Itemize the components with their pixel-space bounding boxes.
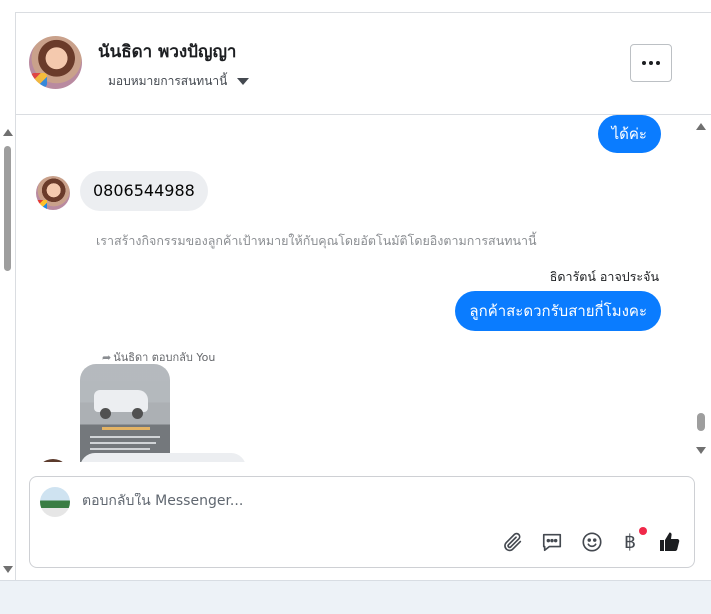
more-options-button[interactable] [630,44,672,82]
scroll-down-arrow-icon[interactable] [696,447,706,454]
image-text-line [90,436,160,438]
thumbs-up-icon[interactable] [657,529,683,555]
outgoing-message[interactable]: ได้ค่ะ [597,115,661,153]
more-dot [656,61,660,65]
contact-avatar-small [36,459,70,462]
reply-input[interactable] [82,493,602,509]
scroll-up-arrow-icon[interactable] [3,129,13,136]
system-note: เราสร้างกิจกรรมของลูกค้าเป้าหมายให้กับคุ… [96,233,537,248]
saved-reply-icon[interactable] [539,529,565,555]
bottom-bar [0,580,711,614]
messages-scrollbar-thumb[interactable] [697,413,705,431]
caret-down-icon [237,78,250,85]
contact-avatar-small[interactable] [36,176,70,210]
image-text-line [90,442,156,444]
left-scrollbar-thumb[interactable] [4,146,11,271]
baht-symbol: ฿ [623,531,637,553]
message-thread[interactable]: ได้ค่ะ 0806544988 เราสร้างกิจกรรมของลูกค… [16,115,693,462]
wheel-shape [100,408,111,419]
more-dot [642,61,646,65]
contact-avatar[interactable] [29,36,82,89]
message-composer[interactable]: ฿ [29,476,695,568]
incoming-message-partial [80,453,246,462]
emoji-icon[interactable] [579,529,605,555]
paperclip-icon[interactable] [500,529,526,555]
contact-name[interactable]: นันธิดา พวงปัญญา [98,38,236,65]
sender-name: ธิดารัตน์ อาจประจัน [549,269,659,284]
replied-image-attachment[interactable] [80,364,170,462]
incoming-message[interactable]: 0806544988 [80,171,208,211]
reply-arrow-icon: ➦ [102,350,112,364]
wheel-shape [132,408,143,419]
top-border [16,12,711,13]
image-text-line [90,448,150,450]
page-avatar [40,487,70,517]
scroll-up-arrow-icon[interactable] [696,123,706,130]
assign-label: มอบหมายการสนทนานี้ [108,74,228,88]
more-dot [649,61,653,65]
scroll-down-arrow-icon[interactable] [3,566,13,573]
outgoing-message[interactable]: ลูกค้าสะดวกรับสายกี่โมงคะ [455,291,661,331]
image-text-line [102,427,150,430]
notification-dot [639,527,647,535]
assign-conversation-dropdown[interactable]: มอบหมายการสนทนานี้ [108,72,250,91]
